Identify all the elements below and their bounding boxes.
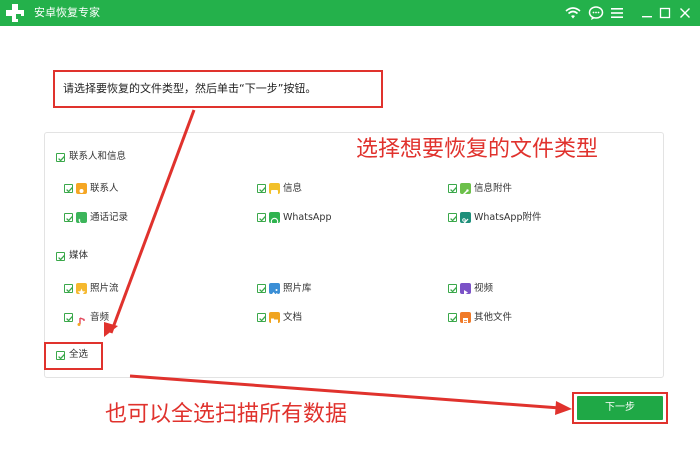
next-button[interactable]: 下一步 xyxy=(577,396,663,420)
